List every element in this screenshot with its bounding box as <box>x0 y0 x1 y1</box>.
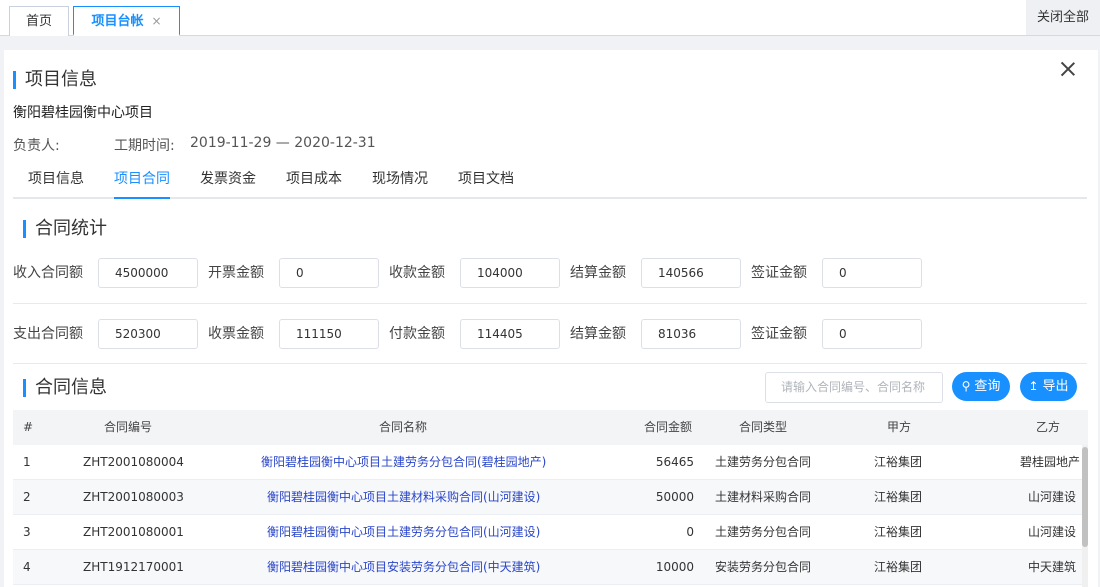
stat-label: 签证金额 <box>751 265 807 281</box>
project-detail-panel: 项目信息 衡阳碧桂园衡中心项目 负责人: 工期时间: 2019-11-29 — … <box>4 50 1098 587</box>
owner-label: 负责人: <box>13 138 60 154</box>
close-all-button[interactable]: 关闭全部 <box>1026 0 1100 35</box>
period-label: 工期时间: <box>114 138 175 154</box>
stat-value: 114405 <box>460 319 560 349</box>
party-b: 中天建筑 <box>1027 560 1076 574</box>
row-index: 4 <box>23 560 31 574</box>
subtab-project-contracts[interactable]: 项目合同 <box>114 170 170 199</box>
contract-code: ZHT2001080003 <box>83 490 184 504</box>
contract-name-link[interactable]: 衡阳碧桂园衡中心项目土建劳务分包合同(山河建设) <box>267 515 540 550</box>
stat-label: 收票金额 <box>208 326 264 342</box>
query-button[interactable]: ⚲ 查询 <box>952 372 1010 401</box>
table-scrollbar[interactable] <box>1082 445 1088 587</box>
party-a: 江裕集团 <box>874 560 923 574</box>
contract-amount: 10000 <box>655 560 694 574</box>
project-name: 衡阳碧桂园衡中心项目 <box>13 105 153 121</box>
income-stats-row: 收入合同额 4500000 开票金额 0 收款金额 104000 结算金额 14… <box>13 258 1063 288</box>
scrollbar-thumb[interactable] <box>1082 447 1088 547</box>
search-icon: ⚲ <box>961 379 971 393</box>
party-a: 江裕集团 <box>874 455 923 469</box>
stat-value: 81036 <box>641 319 741 349</box>
row-index: 3 <box>23 525 31 539</box>
stat-label: 收入合同额 <box>13 265 83 281</box>
contract-stats-title: 合同统计 <box>23 218 107 240</box>
divider <box>13 363 1087 364</box>
subtab-project-info[interactable]: 项目信息 <box>28 170 84 199</box>
subtab-invoice-funds[interactable]: 发票资金 <box>200 170 256 199</box>
table-row[interactable]: 4 ZHT1912170001 衡阳碧桂园衡中心项目安装劳务分包合同(中天建筑)… <box>13 550 1088 585</box>
column-header: # <box>23 420 34 434</box>
contract-type: 土建材料采购合同 <box>715 490 812 504</box>
export-button[interactable]: ↥ 导出 <box>1020 372 1077 401</box>
contract-type: 土建劳务分包合同 <box>715 525 812 539</box>
column-header: 甲方 <box>887 420 912 434</box>
stat-label: 结算金额 <box>570 326 626 342</box>
row-index: 1 <box>23 455 31 469</box>
contract-type: 安装劳务分包合同 <box>715 560 812 574</box>
close-icon[interactable] <box>1059 60 1077 78</box>
subtab-project-docs[interactable]: 项目文档 <box>458 170 514 199</box>
stat-value: 140566 <box>641 258 741 288</box>
divider <box>13 303 1087 304</box>
table-row[interactable]: 2 ZHT2001080003 衡阳碧桂园衡中心项目土建材料采购合同(山河建设)… <box>13 480 1088 515</box>
expense-stats-row: 支出合同额 520300 收票金额 111150 付款金额 114405 结算金… <box>13 319 1063 349</box>
stat-label: 开票金额 <box>208 265 264 281</box>
stat-label: 签证金额 <box>751 326 807 342</box>
project-info-title: 项目信息 <box>13 69 97 91</box>
column-header: 合同类型 <box>739 420 788 434</box>
tab-project-ledger-label: 项目台帐 <box>91 14 144 29</box>
tab-project-ledger[interactable]: 项目台帐 × <box>73 6 180 36</box>
stat-value: 104000 <box>460 258 560 288</box>
stat-value: 0 <box>279 258 379 288</box>
stat-value: 0 <box>822 258 922 288</box>
contract-amount: 0 <box>686 525 694 539</box>
tab-home[interactable]: 首页 <box>9 6 69 36</box>
tab-close-icon[interactable]: × <box>151 14 161 28</box>
contract-amount: 56465 <box>655 455 694 469</box>
contract-code: ZHT1912170001 <box>83 560 184 574</box>
party-b: 山河建设 <box>1027 525 1076 539</box>
contract-code: ZHT2001080001 <box>83 525 184 539</box>
stat-value: 0 <box>822 319 922 349</box>
stat-value: 4500000 <box>98 258 198 288</box>
contract-search-input[interactable]: 请输入合同编号、合同名称 <box>765 372 943 403</box>
table-header: # 合同编号 合同名称 合同金额 合同类型 甲方 乙方 <box>13 410 1088 445</box>
party-a: 江裕集团 <box>874 490 923 504</box>
export-button-label: 导出 <box>1042 379 1069 394</box>
contract-amount: 50000 <box>655 490 694 504</box>
stat-value: 520300 <box>98 319 198 349</box>
upload-icon: ↥ <box>1028 379 1039 393</box>
project-subtabs: 项目信息 项目合同 发票资金 项目成本 现场情况 项目文档 <box>13 170 1087 199</box>
contract-info-title: 合同信息 <box>23 377 107 399</box>
contract-name-link[interactable]: 衡阳碧桂园衡中心项目土建材料采购合同(山河建设) <box>267 480 540 515</box>
row-index: 2 <box>23 490 31 504</box>
subtab-project-cost[interactable]: 项目成本 <box>286 170 342 199</box>
stat-label: 结算金额 <box>570 265 626 281</box>
query-button-label: 查询 <box>974 379 1001 394</box>
contract-name-link[interactable]: 衡阳碧桂园衡中心项目安装劳务分包合同(中天建筑) <box>267 550 540 585</box>
stat-value: 111150 <box>279 319 379 349</box>
stat-label: 支出合同额 <box>13 326 83 342</box>
column-header: 合同名称 <box>379 420 428 434</box>
party-b: 山河建设 <box>1027 490 1076 504</box>
contracts-table: # 合同编号 合同名称 合同金额 合同类型 甲方 乙方 1 ZHT2001080… <box>13 410 1088 587</box>
stat-label: 付款金额 <box>389 326 445 342</box>
table-row[interactable]: 1 ZHT2001080004 衡阳碧桂园衡中心项目土建劳务分包合同(碧桂园地产… <box>13 445 1088 480</box>
stat-label: 收款金额 <box>389 265 445 281</box>
column-header: 合同编号 <box>104 420 153 434</box>
column-header: 合同金额 <box>644 420 693 434</box>
table-row[interactable]: 3 ZHT2001080001 衡阳碧桂园衡中心项目土建劳务分包合同(山河建设)… <box>13 515 1088 550</box>
contract-name-link[interactable]: 衡阳碧桂园衡中心项目土建劳务分包合同(碧桂园地产) <box>261 445 546 480</box>
party-b: 碧桂园地产 <box>1019 455 1080 469</box>
subtab-site-status[interactable]: 现场情况 <box>372 170 428 199</box>
column-header: 乙方 <box>1036 420 1061 434</box>
contract-code: ZHT2001080004 <box>83 455 184 469</box>
party-a: 江裕集团 <box>874 525 923 539</box>
period-value: 2019-11-29 — 2020-12-31 <box>190 135 376 151</box>
contract-type: 土建劳务分包合同 <box>715 455 812 469</box>
top-tab-bar: 首页 项目台帐 × 关闭全部 <box>0 0 1100 36</box>
